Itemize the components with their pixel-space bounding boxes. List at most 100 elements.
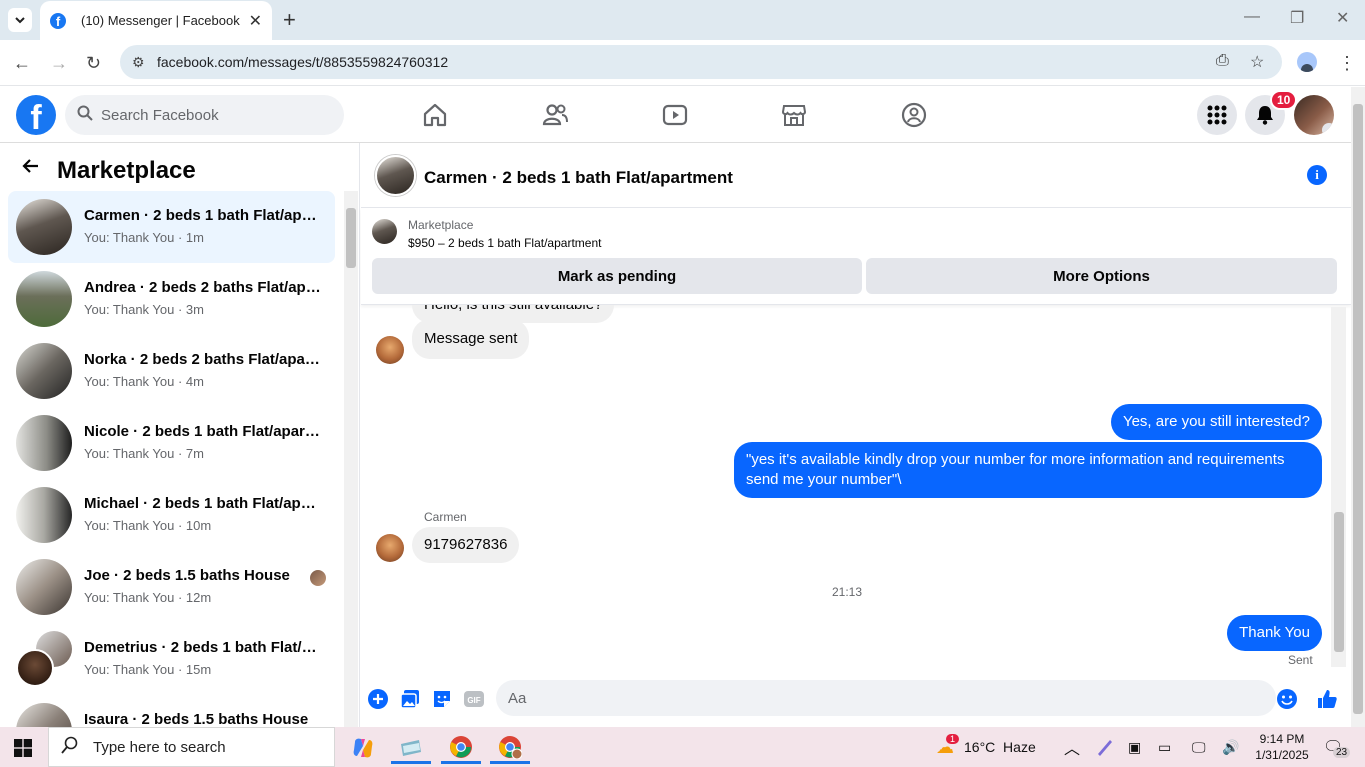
new-tab-button[interactable]: + [283, 9, 296, 31]
info-icon[interactable]: i [1307, 165, 1327, 185]
weather-text: 16°C Haze [964, 739, 1036, 755]
windows-start-icon[interactable] [14, 739, 32, 757]
conversation-item-carmen[interactable]: Carmen · 2 beds 1 bath Flat/apartment Yo… [8, 191, 335, 263]
sender-name: Carmen [424, 510, 467, 524]
marketplace-chat-list: Marketplace Carmen · 2 beds 1 bath Flat/… [0, 143, 360, 727]
file-explorer-app-icon[interactable] [391, 732, 431, 764]
chat-title[interactable]: Carmen · 2 beds 1 bath Flat/apartment [424, 168, 733, 188]
plus-circle-icon[interactable] [367, 688, 389, 710]
svg-text:GIF: GIF [467, 696, 480, 705]
message-thread: Hello, is this still available? Message … [361, 305, 1351, 670]
conversation-avatar [16, 649, 54, 687]
facebook-logo-icon[interactable]: f [16, 95, 56, 135]
seen-avatar [310, 570, 326, 586]
conversation-item-michael[interactable]: Michael · 2 beds 1 bath Flat/apartment Y… [8, 479, 335, 551]
weather-widget[interactable]: ☁ 1 16°C Haze [936, 727, 1036, 767]
chat-panel: Carmen · 2 beds 1 bath Flat/apartment i … [361, 143, 1351, 727]
conversation-avatar [16, 199, 72, 255]
chrome-app-icon[interactable] [441, 732, 481, 764]
emoji-icon[interactable] [1276, 688, 1298, 710]
weather-haze-icon: ☁ 1 [936, 733, 960, 758]
gif-icon[interactable]: GIF [463, 688, 485, 710]
scrollbar-thumb[interactable] [1353, 104, 1363, 714]
sender-avatar[interactable] [376, 534, 404, 562]
conversation-preview: You: Thank You · 1m [84, 230, 204, 245]
copilot-app-icon[interactable] [343, 732, 383, 764]
message-input[interactable] [508, 689, 1248, 707]
reload-icon[interactable]: ↻ [86, 53, 101, 74]
chevron-up-icon[interactable]: ︿ [1064, 727, 1080, 767]
search-input[interactable] [101, 106, 321, 124]
conversation-item-joe[interactable]: Joe · 2 beds 1.5 baths House You: Thank … [8, 551, 335, 623]
network-icon[interactable]: 🖵 [1192, 727, 1206, 767]
conversation-preview: You: Thank You · 7m [84, 446, 204, 461]
browser-menu-icon[interactable]: ⋮ [1338, 53, 1356, 74]
conversation-item-isaura[interactable]: Isaura · 2 beds 1.5 baths House [8, 695, 335, 727]
battery-icon[interactable]: ▭ [1158, 727, 1171, 767]
listing-thumbnail[interactable] [372, 219, 397, 244]
conversation-name: Carmen · 2 beds 1 bath Flat/apartment [84, 207, 324, 224]
conversation-item-nicole[interactable]: Nicole · 2 beds 1 bath Flat/apartment Yo… [8, 407, 335, 479]
mark-as-pending-button[interactable]: Mark as pending [372, 258, 862, 294]
page-scrollbar[interactable] [1351, 87, 1365, 727]
search-facebook-field[interactable] [65, 95, 344, 135]
back-icon[interactable]: ← [13, 53, 31, 74]
scrollbar-thumb[interactable] [1334, 512, 1344, 652]
conversation-preview: You: Thank You · 10m [84, 518, 212, 533]
chat-scrollbar[interactable] [1331, 307, 1346, 667]
profile-icon[interactable] [1297, 52, 1317, 72]
close-tab-icon[interactable]: ✕ [249, 11, 262, 31]
restore-icon[interactable]: ❐ [1290, 8, 1304, 28]
thumbs-up-icon[interactable] [1316, 688, 1338, 710]
meet-now-icon[interactable]: ▣ [1128, 727, 1141, 767]
scrollbar-thumb[interactable] [346, 208, 356, 268]
message-composer: GIF [361, 677, 1351, 721]
sidebar-title: Marketplace [57, 157, 196, 184]
minimize-icon[interactable]: — [1244, 8, 1260, 26]
home-icon[interactable] [421, 101, 449, 129]
address-bar[interactable]: ⚙ facebook.com/messages/t/88535598247603… [120, 45, 1282, 79]
browser-tab[interactable]: f (10) Messenger | Facebook ✕ [40, 1, 272, 40]
chat-avatar[interactable] [375, 155, 416, 196]
weather-badge: 1 [946, 733, 960, 744]
video-icon[interactable] [661, 101, 689, 129]
taskbar-search[interactable]: Type here to search [48, 727, 335, 767]
tab-search-button[interactable] [8, 8, 32, 32]
sidebar-scrollbar[interactable] [344, 191, 358, 727]
taskbar-search-text: Type here to search [93, 738, 226, 756]
account-avatar[interactable]: ⌄ [1294, 95, 1334, 135]
tab-title: (10) Messenger | Facebook [81, 13, 240, 28]
conversation-name: Norka · 2 beds 2 baths Flat/apartment [84, 351, 324, 368]
outgoing-message: Thank You [1227, 615, 1322, 651]
clock-time: 9:14 PM [1259, 732, 1305, 746]
forward-icon[interactable]: → [50, 53, 68, 74]
install-app-icon[interactable]: ⎙ [1216, 52, 1229, 70]
back-arrow-icon[interactable] [22, 157, 40, 181]
conversation-item-norka[interactable]: Norka · 2 beds 2 baths Flat/apartment Yo… [8, 335, 335, 407]
clock[interactable]: 9:14 PM 1/31/2025 [1252, 727, 1312, 767]
marketplace-icon[interactable] [780, 101, 808, 129]
chrome-profile-app-icon[interactable] [490, 732, 530, 764]
site-info-icon[interactable]: ⚙ [132, 54, 145, 71]
window-close-icon[interactable]: ✕ [1336, 8, 1349, 28]
groups-icon[interactable] [900, 101, 928, 129]
listing-price[interactable]: $950 – 2 beds 1 bath Flat/apartment [408, 236, 601, 250]
volume-icon[interactable]: 🔊 [1222, 727, 1239, 767]
notification-center-button[interactable]: 🗨 23 [1323, 727, 1351, 767]
conversation-name: Andrea · 2 beds 2 baths Flat/apartment [84, 279, 324, 296]
menu-grid-button[interactable] [1197, 95, 1237, 135]
conversation-item-demetrius[interactable]: Demetrius · 2 beds 1 bath Flat/apartment… [8, 623, 335, 695]
search-icon [77, 105, 93, 126]
bookmark-star-icon[interactable]: ☆ [1250, 52, 1264, 72]
friends-icon[interactable] [541, 101, 569, 129]
sender-avatar[interactable] [376, 336, 404, 364]
more-options-button[interactable]: More Options [866, 258, 1337, 294]
conversation-item-andrea[interactable]: Andrea · 2 beds 2 baths Flat/apartment Y… [8, 263, 335, 335]
message-bubble: Message sent [412, 319, 530, 359]
sticker-icon[interactable] [431, 688, 453, 710]
pen-icon[interactable] [1096, 727, 1114, 767]
facebook-favicon-icon: f [50, 12, 66, 29]
conversation-name: Nicole · 2 beds 1 bath Flat/apartment [84, 423, 324, 440]
message-input-field[interactable] [496, 680, 1276, 716]
photo-icon[interactable] [399, 688, 421, 710]
